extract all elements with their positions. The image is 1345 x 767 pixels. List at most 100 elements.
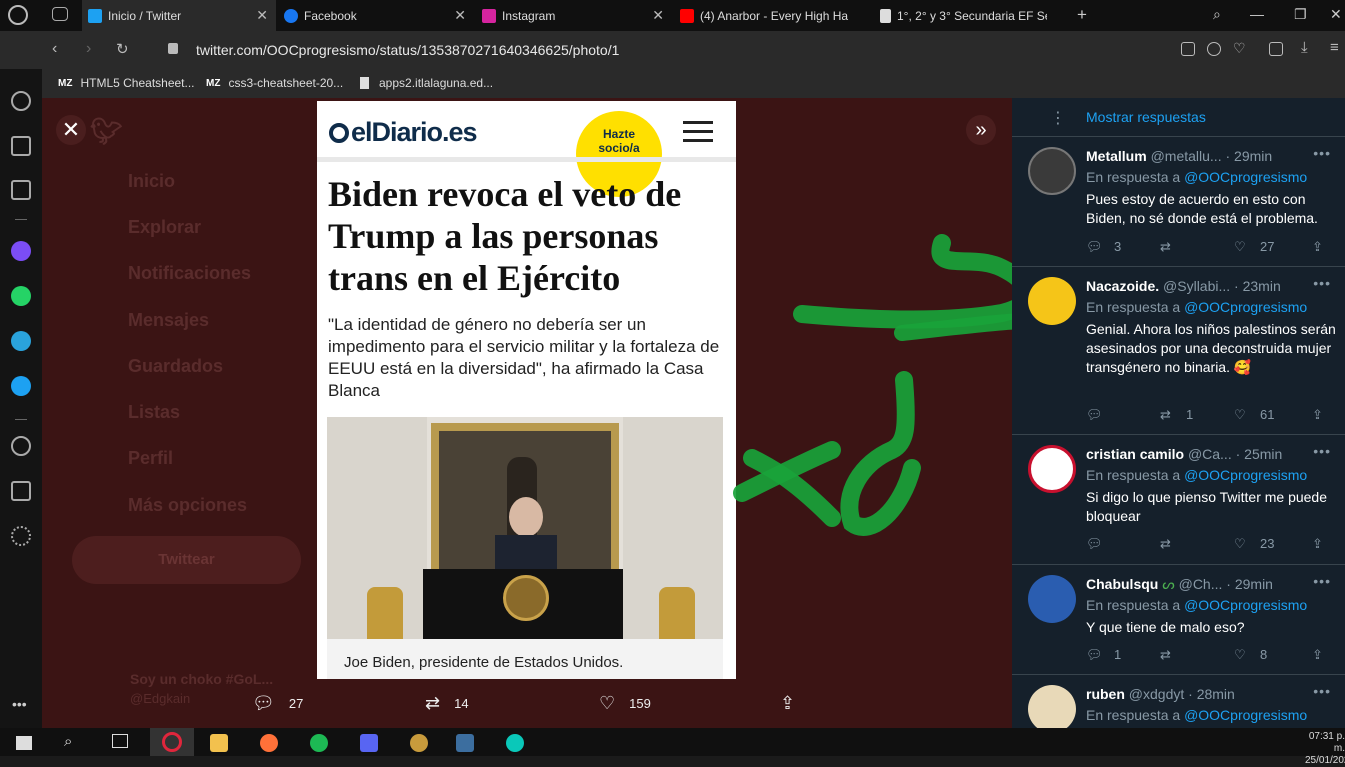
download-icon[interactable]: ⤓ bbox=[1301, 39, 1308, 56]
bookmark-apps2[interactable]: apps2.itlalaguna.ed... bbox=[360, 76, 493, 90]
tweet-time[interactable]: · 29min bbox=[1226, 576, 1273, 592]
retweet-icon[interactable]: ⇄ bbox=[1160, 536, 1171, 552]
tweet-time[interactable]: · 29min bbox=[1225, 148, 1272, 164]
user-name[interactable]: Chabulsqu bbox=[1086, 576, 1158, 592]
tab-facebook[interactable]: Facebook ✕ bbox=[278, 0, 474, 31]
back-button[interactable]: ‹ bbox=[52, 40, 57, 58]
more-options-icon[interactable]: ••• bbox=[1313, 573, 1331, 589]
bookmark-html5[interactable]: MZ HTML5 Cheatsheet... bbox=[58, 76, 195, 90]
tab-document[interactable]: 1°, 2° y 3° Secundaria EF Se bbox=[874, 0, 1070, 31]
close-tab-icon[interactable]: ✕ bbox=[256, 7, 268, 24]
wallet-icon[interactable] bbox=[11, 136, 31, 156]
user-handle[interactable]: @Ch... bbox=[1179, 576, 1223, 592]
new-tab-button[interactable]: + bbox=[1077, 5, 1087, 25]
league-icon[interactable] bbox=[506, 734, 524, 752]
user-handle[interactable]: @Ca... bbox=[1188, 446, 1232, 462]
maximize-button[interactable]: ❐ bbox=[1294, 6, 1307, 23]
heart-icon[interactable]: ♡ bbox=[1234, 647, 1246, 663]
tab-twitter[interactable]: Inicio / Twitter ✕ bbox=[82, 0, 276, 31]
more-options-icon[interactable]: ••• bbox=[1313, 275, 1331, 291]
url-field[interactable]: twitter.com/OOCprogresismo/status/135387… bbox=[196, 42, 619, 58]
minimize-button[interactable]: — bbox=[1250, 6, 1264, 22]
reply-tweet[interactable]: ruben @xdgdyt · 28min ••• En respuesta a… bbox=[1012, 675, 1345, 728]
close-tab-icon[interactable]: ✕ bbox=[652, 7, 664, 24]
extensions-icon[interactable] bbox=[11, 481, 31, 501]
reply-icon[interactable]: 💬︎ bbox=[1086, 536, 1103, 552]
reply-tweet[interactable]: Metallum @metallu... · 29min ••• En resp… bbox=[1012, 137, 1345, 267]
reply-action[interactable]: 💬︎ 27 bbox=[252, 693, 303, 714]
show-replies-link[interactable]: Mostrar respuestas bbox=[1086, 109, 1206, 125]
share-action[interactable]: ⇪ bbox=[780, 693, 809, 714]
mention-link[interactable]: @OOCprogresismo bbox=[1184, 299, 1307, 315]
monitor-app-icon[interactable] bbox=[456, 734, 474, 752]
more-options-icon[interactable]: ••• bbox=[1313, 683, 1331, 699]
close-tab-icon[interactable]: ✕ bbox=[454, 7, 466, 24]
share-icon[interactable]: ⇪ bbox=[1312, 647, 1323, 663]
reply-icon[interactable]: 💬︎ bbox=[1086, 239, 1103, 255]
reply-icon[interactable]: 💬︎ bbox=[1086, 407, 1103, 423]
mention-link[interactable]: @OOCprogresismo bbox=[1184, 169, 1307, 185]
league-client-icon[interactable] bbox=[410, 734, 428, 752]
telegram-icon[interactable] bbox=[11, 331, 31, 351]
opera-taskbar-button[interactable] bbox=[150, 728, 194, 756]
avatar[interactable] bbox=[1028, 445, 1076, 493]
tweet-time[interactable]: · 25min bbox=[1236, 446, 1283, 462]
retweet-icon[interactable]: ⇄ bbox=[1160, 407, 1171, 423]
share-icon[interactable]: ⇪ bbox=[1312, 536, 1323, 552]
history-icon[interactable] bbox=[11, 436, 31, 456]
reply-tweet[interactable]: cristian camilo @Ca... · 25min ••• En re… bbox=[1012, 435, 1345, 565]
messenger-icon[interactable] bbox=[11, 241, 31, 261]
user-handle[interactable]: @metallu... bbox=[1151, 148, 1222, 164]
tweet-time[interactable]: · 23min bbox=[1234, 278, 1281, 294]
tab-youtube[interactable]: (4) Anarbor - Every High Ha bbox=[674, 0, 870, 31]
menu-icon[interactable]: ≡ bbox=[1330, 39, 1339, 56]
user-name[interactable]: Nacazoide. bbox=[1086, 278, 1159, 294]
close-window-button[interactable]: ✕ bbox=[1330, 6, 1342, 23]
avatar[interactable] bbox=[1028, 685, 1076, 728]
like-action[interactable]: ♡ 159 bbox=[599, 693, 651, 714]
spotify-icon[interactable] bbox=[310, 734, 328, 752]
reply-tweet[interactable]: Nacazoide. @Syllabi... · 23min ••• En re… bbox=[1012, 267, 1345, 435]
more-options-icon[interactable]: ••• bbox=[1313, 145, 1331, 161]
share-icon[interactable]: ⇪ bbox=[1312, 239, 1323, 255]
file-explorer-icon[interactable] bbox=[210, 734, 228, 752]
speed-dial-icon[interactable] bbox=[11, 91, 31, 111]
share-icon[interactable]: ⇪ bbox=[1312, 407, 1323, 423]
tweet-time[interactable]: · 28min bbox=[1188, 686, 1235, 702]
user-name[interactable]: Metallum bbox=[1086, 148, 1147, 164]
chat-app-icon[interactable] bbox=[360, 734, 378, 752]
windows-start-icon[interactable] bbox=[16, 736, 32, 750]
retweet-icon[interactable]: ⇄ bbox=[1160, 239, 1171, 255]
opera-logo-icon[interactable] bbox=[8, 5, 28, 25]
bookmark-css3[interactable]: MZ css3-cheatsheet-20... bbox=[206, 76, 343, 90]
camera-icon[interactable] bbox=[1181, 42, 1195, 56]
more-icon[interactable]: ••• bbox=[12, 696, 27, 712]
firefox-icon[interactable] bbox=[260, 734, 278, 752]
reload-button[interactable]: ↻ bbox=[116, 40, 129, 58]
mention-link[interactable]: @OOCprogresismo bbox=[1184, 467, 1307, 483]
avatar[interactable] bbox=[1028, 575, 1076, 623]
user-name[interactable]: ruben bbox=[1086, 686, 1125, 702]
tab-instagram[interactable]: Instagram ✕ bbox=[476, 0, 672, 31]
user-handle[interactable]: @xdgdyt bbox=[1129, 686, 1184, 702]
heart-icon[interactable]: ♡ bbox=[1233, 40, 1246, 57]
cube-icon[interactable] bbox=[1269, 42, 1283, 56]
retweet-icon[interactable]: ⇄ bbox=[1160, 647, 1171, 663]
mention-link[interactable]: @OOCprogresismo bbox=[1184, 597, 1307, 613]
avatar[interactable] bbox=[1028, 277, 1076, 325]
reply-icon[interactable]: 💬︎ bbox=[1086, 647, 1103, 663]
twitter-sidebar-icon[interactable] bbox=[11, 376, 31, 396]
whatsapp-icon[interactable] bbox=[11, 286, 31, 306]
user-handle[interactable]: @Syllabi... bbox=[1163, 278, 1230, 294]
gamepad-icon[interactable] bbox=[52, 7, 68, 21]
reply-tweet[interactable]: Chabulsqu ᔕ @Ch... · 29min ••• En respue… bbox=[1012, 565, 1345, 675]
more-options-icon[interactable]: ••• bbox=[1313, 443, 1331, 459]
adblock-icon[interactable] bbox=[1207, 42, 1221, 56]
forward-button[interactable]: › bbox=[86, 40, 91, 58]
search-tabs-icon[interactable]: ⌕ bbox=[1213, 6, 1221, 23]
task-view-icon[interactable] bbox=[112, 734, 128, 748]
avatar[interactable] bbox=[1028, 147, 1076, 195]
twitch-icon[interactable] bbox=[11, 180, 31, 200]
mention-link[interactable]: @OOCprogresismo bbox=[1184, 707, 1307, 723]
search-icon[interactable]: ⌕ bbox=[64, 733, 72, 750]
